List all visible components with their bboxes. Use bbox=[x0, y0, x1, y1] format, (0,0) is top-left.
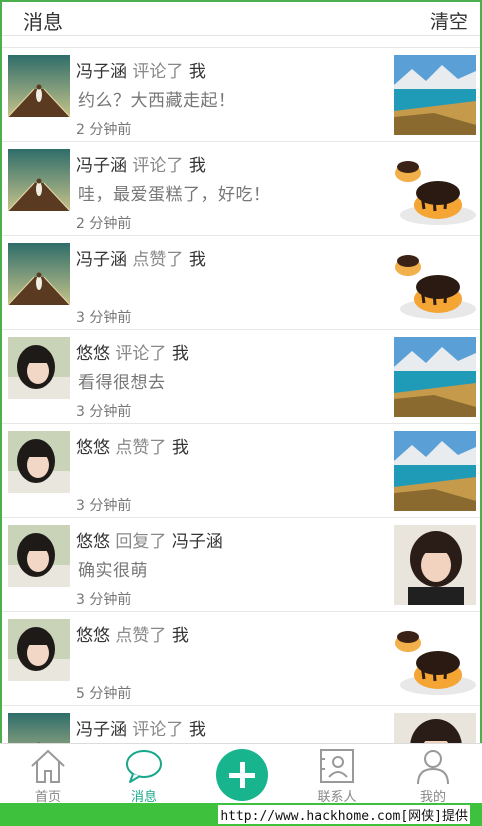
message-content: 哇，最爱蛋糕了，好吃！ bbox=[78, 185, 271, 205]
target-name[interactable]: 我 bbox=[172, 626, 189, 646]
target-name[interactable]: 我 bbox=[189, 720, 206, 740]
message-row[interactable]: 冯子涵 评论了 我 bbox=[2, 705, 480, 745]
timestamp: 2 分钟前 bbox=[76, 216, 132, 232]
user-name[interactable]: 冯子涵 bbox=[76, 250, 127, 270]
avatar[interactable] bbox=[8, 337, 70, 399]
avatar[interactable] bbox=[8, 431, 70, 493]
page-title: 消息 bbox=[23, 10, 63, 34]
avatar[interactable] bbox=[8, 525, 70, 587]
nav-home[interactable]: 首页 bbox=[0, 744, 96, 805]
timestamp: 3 分钟前 bbox=[76, 592, 132, 608]
message-list: 冯子涵 评论了 我约么？大西藏走起！ 2 分钟前 冯子涵 评论了 我哇，最爱蛋糕了，… bbox=[2, 47, 480, 745]
plus-icon bbox=[229, 762, 255, 788]
message-row[interactable]: 冯子涵 评论了 我约么？大西藏走起！ 2 分钟前 bbox=[2, 47, 480, 141]
post-thumbnail[interactable] bbox=[394, 713, 476, 745]
avatar[interactable] bbox=[8, 713, 70, 745]
post-thumbnail[interactable] bbox=[394, 55, 476, 135]
timestamp: 3 分钟前 bbox=[76, 310, 132, 326]
target-name[interactable]: 我 bbox=[172, 344, 189, 364]
post-thumbnail[interactable] bbox=[394, 619, 476, 699]
contacts-card-icon bbox=[320, 749, 354, 783]
post-thumbnail[interactable] bbox=[394, 431, 476, 511]
action-text: 回复了 bbox=[115, 532, 167, 552]
header-bar: 消息 清空 bbox=[2, 2, 480, 36]
message-row[interactable]: 冯子涵 点赞了 我 3 分钟前 bbox=[2, 235, 480, 329]
action-text: 评论了 bbox=[132, 62, 184, 82]
message-header: 悠悠 评论了 我 bbox=[76, 339, 189, 364]
chat-bubble-icon bbox=[126, 750, 162, 783]
target-name[interactable]: 我 bbox=[189, 156, 206, 176]
user-icon bbox=[417, 750, 449, 785]
post-thumbnail[interactable] bbox=[394, 149, 476, 229]
target-name[interactable]: 我 bbox=[189, 62, 206, 82]
message-header: 冯子涵 评论了 我 bbox=[76, 715, 206, 740]
message-row[interactable]: 悠悠 点赞了 我 5 分钟前 bbox=[2, 611, 480, 705]
message-row[interactable]: 悠悠 点赞了 我 3 分钟前 bbox=[2, 423, 480, 517]
nav-me[interactable]: 我的 bbox=[385, 744, 481, 805]
message-row[interactable]: 悠悠 评论了 我看得很想去 3 分钟前 bbox=[2, 329, 480, 423]
user-name[interactable]: 悠悠 bbox=[76, 532, 110, 552]
post-thumbnail[interactable] bbox=[394, 525, 476, 605]
message-row[interactable]: 冯子涵 评论了 我哇，最爱蛋糕了，好吃！ 2 分钟前 bbox=[2, 141, 480, 235]
message-content: 看得很想去 bbox=[78, 373, 166, 393]
message-content: 约么？大西藏走起！ bbox=[78, 91, 236, 111]
post-thumbnail[interactable] bbox=[394, 337, 476, 417]
avatar[interactable] bbox=[8, 55, 70, 117]
target-name[interactable]: 冯子涵 bbox=[172, 532, 223, 552]
action-text: 评论了 bbox=[115, 344, 167, 364]
message-header: 悠悠 点赞了 我 bbox=[76, 621, 189, 646]
target-name[interactable]: 我 bbox=[189, 250, 206, 270]
user-name[interactable]: 冯子涵 bbox=[76, 62, 127, 82]
message-header: 悠悠 点赞了 我 bbox=[76, 433, 189, 458]
target-name[interactable]: 我 bbox=[172, 438, 189, 458]
watermark-bar: http://www.hackhome.com[网侠]提供 bbox=[0, 803, 482, 826]
clear-button[interactable]: 清空 bbox=[430, 7, 468, 34]
bottom-nav: 首页 消息 联系人 我的 bbox=[0, 743, 482, 805]
user-name[interactable]: 冯子涵 bbox=[76, 720, 127, 740]
timestamp: 3 分钟前 bbox=[76, 498, 132, 514]
message-header: 悠悠 回复了 冯子涵 bbox=[76, 527, 223, 552]
add-button[interactable] bbox=[216, 749, 268, 801]
avatar[interactable] bbox=[8, 149, 70, 211]
nav-contacts[interactable]: 联系人 bbox=[289, 744, 385, 805]
message-header: 冯子涵 点赞了 我 bbox=[76, 245, 206, 270]
message-content: 确实很萌 bbox=[78, 561, 148, 581]
timestamp: 5 分钟前 bbox=[76, 686, 132, 702]
post-thumbnail[interactable] bbox=[394, 243, 476, 323]
nav-messages[interactable]: 消息 bbox=[96, 744, 192, 805]
message-header: 冯子涵 评论了 我 bbox=[76, 57, 206, 82]
action-text: 点赞了 bbox=[132, 250, 184, 270]
action-text: 评论了 bbox=[132, 156, 184, 176]
message-header: 冯子涵 评论了 我 bbox=[76, 151, 206, 176]
watermark-text: http://www.hackhome.com[网侠]提供 bbox=[218, 805, 470, 824]
user-name[interactable]: 冯子涵 bbox=[76, 156, 127, 176]
timestamp: 2 分钟前 bbox=[76, 122, 132, 138]
action-text: 点赞了 bbox=[115, 438, 167, 458]
home-icon bbox=[31, 749, 65, 783]
timestamp: 3 分钟前 bbox=[76, 404, 132, 420]
message-row[interactable]: 悠悠 回复了 冯子涵确实很萌 3 分钟前 bbox=[2, 517, 480, 611]
user-name[interactable]: 悠悠 bbox=[76, 438, 110, 458]
avatar[interactable] bbox=[8, 619, 70, 681]
action-text: 点赞了 bbox=[115, 626, 167, 646]
avatar[interactable] bbox=[8, 243, 70, 305]
user-name[interactable]: 悠悠 bbox=[76, 626, 110, 646]
user-name[interactable]: 悠悠 bbox=[76, 344, 110, 364]
action-text: 评论了 bbox=[132, 720, 184, 740]
phone-frame: 消息 清空 冯子涵 评论了 我约么？大西藏走起！ 2 分钟前 冯子涵 评论了 我哇，… bbox=[0, 0, 482, 803]
